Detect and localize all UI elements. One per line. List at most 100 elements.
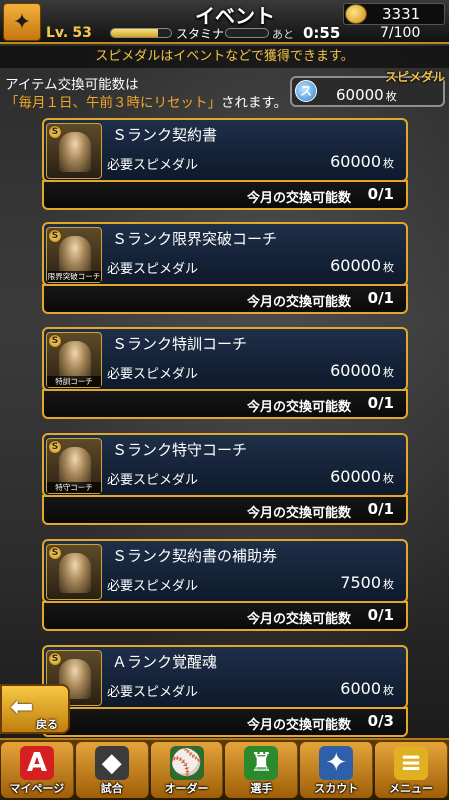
item-figure [59,447,91,487]
monthly-limit-label: 今月の交換可能数 [247,718,352,733]
item-figure [59,553,91,593]
ticket-icon: S [46,544,102,600]
nav-item[interactable]: ♜ 選手 [225,742,299,798]
thumb-caption: 特守コーチ [47,482,101,493]
nav-item[interactable]: ◆ 試合 [75,742,149,798]
rank-badge-icon: S [48,334,62,348]
time-prefix: あと [272,28,294,41]
medal-value: 60000 枚 [336,86,397,104]
level-value: 53 [72,25,92,41]
coin-icon [345,4,367,24]
item-name: Ａランク覚醒魂 [112,653,218,671]
player-icon: ♜ [244,746,279,780]
nav-label: 試合 [100,782,123,795]
thumb-caption: 特訓コーチ [47,376,101,387]
menu-icon: ≡ [394,746,429,780]
exchange-item-card[interactable]: S Ａランク覚醒魂 必要スピメダル 6000 枚 今月の交換可能数 0/3 [42,645,408,737]
reset-info-line1: アイテム交換可能数は [5,77,139,93]
card-bottom-panel [42,707,408,737]
item-name: Ｓランク契約書の補助券 [112,547,278,565]
card-bottom-panel [42,389,408,419]
reset-info-line2: 「毎月１日、午前３時にリセット」されます。 [5,95,288,111]
stamina-bar [225,28,269,38]
monthly-limit-value: 0/1 [367,500,394,518]
nav-label: スカウト [314,782,359,795]
item-cost: 60000 枚 [330,361,394,380]
thumb-caption: 限界突破コーチ [47,271,101,282]
medal-icon: ス [295,80,317,102]
monthly-limit-label: 今月の交換可能数 [247,400,352,415]
item-cost: 60000 枚 [330,256,394,275]
nav-label: メニュー [389,782,434,795]
back-button[interactable]: ⬅ 戻る [0,684,70,734]
monthly-limit-value: 0/1 [367,394,394,412]
monthly-limit-label: 今月の交換可能数 [247,612,352,627]
nav-item[interactable]: ✦ スカウト [300,742,374,798]
back-arrow-icon: ⬅ [10,690,34,723]
back-label: 戻る [36,718,58,731]
team-logo-icon[interactable]: ✦ [3,3,41,41]
monthly-limit-value: 0/3 [367,712,394,730]
monthly-limit-label: 今月の交換可能数 [247,191,352,206]
nav-label: 選手 [250,782,273,795]
coach-icon: S 特訓コーチ [46,332,102,388]
required-medal-label: 必要スピメダル [107,367,199,382]
monthly-limit-value: 0/1 [367,606,394,624]
monthly-limit-value: 0/1 [367,185,394,203]
contract-icon: S [46,123,102,179]
exchange-item-card[interactable]: S 限界突破コーチ Ｓランク限界突破コーチ 必要スピメダル 60000 枚 今月の… [42,222,408,314]
stamina-label: スタミナ [176,27,225,41]
card-bottom-panel [42,495,408,525]
nav-item[interactable]: ⚾ オーダー [150,742,224,798]
exchange-item-card[interactable]: S 特訓コーチ Ｓランク特訓コーチ 必要スピメダル 60000 枚 今月の交換可能… [42,327,408,419]
required-medal-label: 必要スピメダル [107,262,199,277]
header-bar: ✦ イベント Lv. 53 スタミナ あと 0:55 7/100 3331 [0,0,449,44]
item-figure [59,132,91,172]
item-name: Ｓランク特訓コーチ [112,335,248,353]
item-figure [59,341,91,381]
bottom-nav: A マイページ ◆ 試合 ⚾ オーダー ♜ 選手 ✦ スカウト ≡ メニュー [0,738,449,800]
required-medal-label: 必要スピメダル [107,473,199,488]
experience-bar [110,28,172,38]
medal-label: スピメダル [385,70,446,84]
rank-badge-icon: S [48,546,62,560]
rank-badge-icon: S [48,229,62,243]
coin-value: 3331 [382,5,421,23]
card-bottom-panel [42,284,408,314]
item-cost: 60000 枚 [330,467,394,486]
monthly-limit-label: 今月の交換可能数 [247,506,352,521]
mypage-icon: A [19,746,54,780]
level-display: Lv. 53 [46,25,92,41]
item-cost: 6000 枚 [340,679,394,698]
rank-badge-icon: S [48,652,62,666]
order-icon: ⚾ [169,746,204,780]
reset-info-highlight: 「毎月１日、午前３時にリセット」 [5,95,221,111]
nav-item[interactable]: ≡ メニュー [375,742,448,798]
item-figure [59,236,91,276]
required-medal-label: 必要スピメダル [107,579,199,594]
scout-icon: ✦ [319,746,354,780]
coach-icon: S 限界突破コーチ [46,227,102,283]
stamina-timer: 0:55 [303,24,341,42]
exchange-item-card[interactable]: S Ｓランク契約書の補助券 必要スピメダル 7500 枚 今月の交換可能数 0/1 [42,539,408,631]
nav-item[interactable]: A マイページ [1,742,74,798]
monthly-limit-value: 0/1 [367,289,394,307]
card-bottom-panel [42,601,408,631]
exchange-item-card[interactable]: S 特守コーチ Ｓランク特守コーチ 必要スピメダル 60000 枚 今月の交換可能… [42,433,408,525]
exchange-item-card[interactable]: S Ｓランク契約書 必要スピメダル 60000 枚 今月の交換可能数 0/1 [42,118,408,210]
item-name: Ｓランク特守コーチ [112,441,248,459]
rank-badge-icon: S [48,440,62,454]
match-icon: ◆ [94,746,129,780]
item-cost: 60000 枚 [330,152,394,171]
nav-label: マイページ [9,782,65,795]
nav-label: オーダー [164,782,209,795]
monthly-limit-label: 今月の交換可能数 [247,295,352,310]
item-name: Ｓランク契約書 [112,126,218,144]
rank-badge-icon: S [48,125,62,139]
coach-icon: S 特守コーチ [46,438,102,494]
required-medal-label: 必要スピメダル [107,685,199,700]
card-bottom-panel [42,180,408,210]
stamina-count: 7/100 [380,25,421,41]
item-name: Ｓランク限界突破コーチ [112,230,278,248]
item-cost: 7500 枚 [340,573,394,592]
